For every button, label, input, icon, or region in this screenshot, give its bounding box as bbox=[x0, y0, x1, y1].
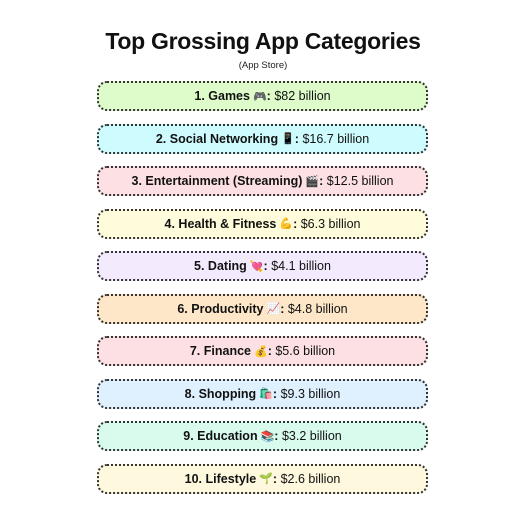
colon: : bbox=[267, 344, 272, 358]
category-label: 7. Finance bbox=[189, 344, 251, 358]
category-label: 3. Entertainment (Streaming) bbox=[131, 174, 303, 188]
category-label: 1. Games bbox=[194, 89, 250, 103]
category-emoji-icon: 📈 bbox=[266, 303, 281, 315]
category-label: 10. Lifestyle bbox=[184, 471, 257, 486]
category-item: 2. Social Networking 📱: $16.7 billion bbox=[97, 123, 428, 154]
category-label: 2. Social Networking bbox=[155, 131, 279, 146]
category-emoji-icon: 🛍️ bbox=[259, 388, 273, 400]
category-label: 5. Dating bbox=[194, 259, 247, 273]
category-item: 3. Entertainment (Streaming) 🎬: $12.5 bil… bbox=[97, 166, 428, 196]
category-value: $9.3 billion bbox=[280, 386, 341, 401]
category-emoji-icon: 💘 bbox=[249, 260, 264, 273]
category-value: $4.8 billion bbox=[287, 301, 348, 316]
category-value: $3.2 billion bbox=[281, 429, 342, 443]
colon: : bbox=[319, 174, 324, 188]
category-item: 5. Dating 💘: $4.1 billion bbox=[97, 251, 428, 281]
category-item: 7. Finance 💰: $5.6 billion bbox=[97, 336, 428, 366]
category-item: 1. Games 🎮: $82 billion bbox=[97, 81, 428, 111]
category-value: $82 billion bbox=[274, 89, 331, 103]
category-label: 4. Health & Fitness bbox=[164, 216, 277, 231]
colon: : bbox=[272, 386, 278, 401]
page-title: Top Grossing App Categories bbox=[105, 28, 421, 54]
category-value: $6.3 billion bbox=[300, 216, 361, 231]
category-emoji-icon: 🎬 bbox=[305, 175, 320, 188]
category-emoji-icon: 📚 bbox=[260, 430, 275, 443]
category-item: 4. Health & Fitness 💪: $6.3 billion bbox=[97, 208, 428, 239]
category-item: 6. Productivity 📈: $4.8 billion bbox=[97, 293, 428, 324]
category-item: 9. Education 📚: $3.2 billion bbox=[97, 421, 428, 451]
category-emoji-icon: 📱 bbox=[281, 133, 295, 145]
category-emoji-icon: 💰 bbox=[254, 345, 268, 358]
colon: : bbox=[293, 216, 298, 231]
colon: : bbox=[294, 131, 299, 146]
category-item: 10. Lifestyle 🌱: $2.6 billion bbox=[97, 463, 428, 494]
colon: : bbox=[263, 259, 268, 273]
category-label: 8. Shopping bbox=[184, 386, 257, 401]
category-emoji-icon: 🌱 bbox=[259, 473, 273, 485]
category-value: $12.5 billion bbox=[326, 174, 394, 188]
category-emoji-icon: 💪 bbox=[279, 218, 294, 230]
page-subtitle: (App Store) bbox=[238, 60, 288, 71]
category-value: $4.1 billion bbox=[271, 259, 331, 273]
colon: : bbox=[272, 471, 278, 486]
colon: : bbox=[274, 429, 279, 443]
category-label: 9. Education bbox=[183, 429, 258, 443]
category-list: 1. Games 🎮: $82 billion 2. Social Networki… bbox=[97, 81, 428, 506]
category-item: 8. Shopping 🛍️: $9.3 billion bbox=[97, 378, 428, 409]
colon: : bbox=[266, 89, 271, 103]
colon: : bbox=[280, 301, 285, 316]
category-label: 6. Productivity bbox=[177, 301, 264, 316]
category-value: $2.6 billion bbox=[280, 471, 341, 486]
category-value: $5.6 billion bbox=[275, 344, 336, 358]
category-value: $16.7 billion bbox=[302, 131, 370, 146]
category-emoji-icon: 🎮 bbox=[252, 90, 267, 103]
